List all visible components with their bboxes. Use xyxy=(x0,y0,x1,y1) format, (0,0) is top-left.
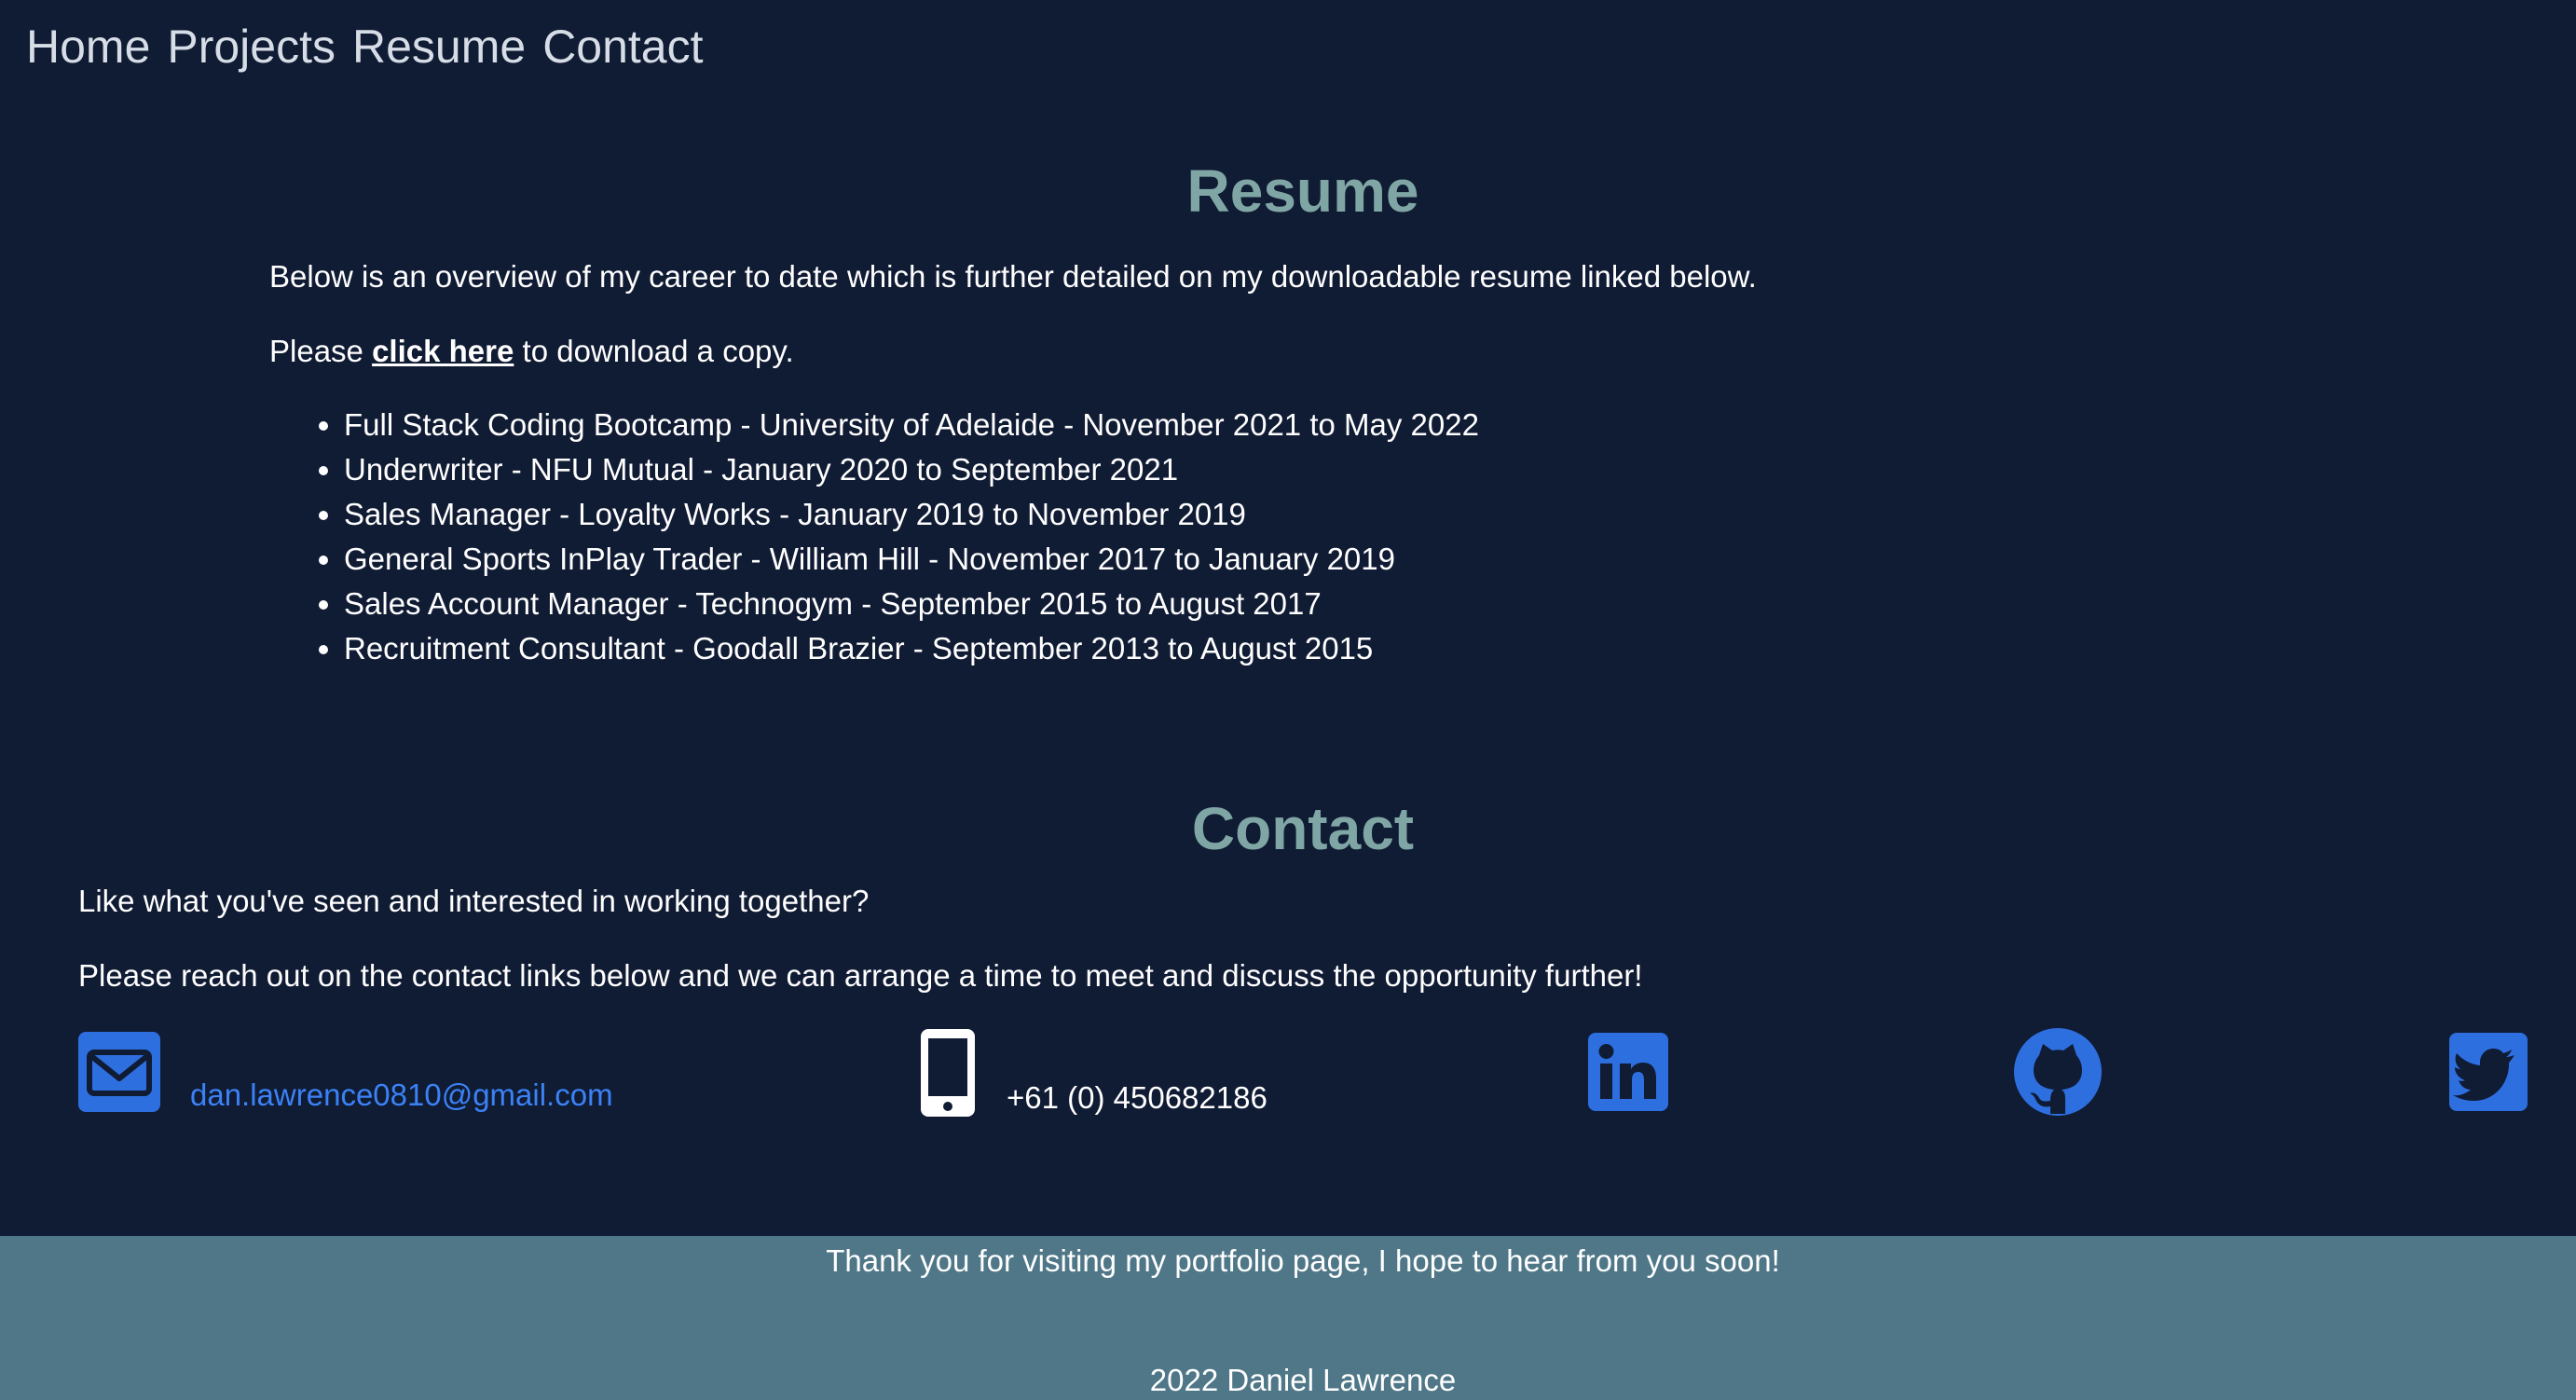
list-item: Full Stack Coding Bootcamp - University … xyxy=(344,403,1479,447)
twitter-contact xyxy=(2449,1033,2528,1111)
envelope-icon[interactable] xyxy=(78,1032,160,1112)
nav-projects-link[interactable]: Projects xyxy=(167,17,336,76)
linkedin-contact xyxy=(1588,1033,1668,1111)
linkedin-icon[interactable] xyxy=(1588,1033,1668,1111)
twitter-icon[interactable] xyxy=(2449,1033,2528,1111)
footer-copyright: 2022 Daniel Lawrence xyxy=(1149,1363,1457,1397)
footer: Thank you for visiting my portfolio page… xyxy=(0,1236,2576,1400)
phone-contact: +61 (0) 450682186 xyxy=(919,1027,1267,1119)
list-item: Recruitment Consultant - Goodall Brazier… xyxy=(344,626,1479,671)
contact-line-1: Like what you've seen and interested in … xyxy=(78,884,870,918)
contact-line-2: Please reach out on the contact links be… xyxy=(78,958,1643,993)
email-contact: dan.lawrence0810@gmail.com xyxy=(78,1031,613,1113)
download-resume-link[interactable]: click here xyxy=(372,334,514,368)
resume-intro: Below is an overview of my career to dat… xyxy=(269,259,1757,294)
footer-message: Thank you for visiting my portfolio page… xyxy=(826,1243,1780,1278)
list-item: General Sports InPlay Trader - William H… xyxy=(344,537,1479,582)
github-contact xyxy=(2013,1027,2103,1117)
download-suffix: to download a copy. xyxy=(514,334,794,368)
list-item: Underwriter - NFU Mutual - January 2020 … xyxy=(344,447,1479,492)
list-item: Sales Manager - Loyalty Works - January … xyxy=(344,492,1479,537)
resume-list: Full Stack Coding Bootcamp - University … xyxy=(269,403,1479,671)
phone-number: +61 (0) 450682186 xyxy=(1007,1080,1267,1115)
nav-home-link[interactable]: Home xyxy=(26,17,150,76)
main-nav: Home Projects Resume Contact xyxy=(26,17,704,76)
resume-download-line: Please click here to download a copy. xyxy=(269,334,794,369)
email-link[interactable]: dan.lawrence0810@gmail.com xyxy=(190,1077,613,1113)
download-prefix: Please xyxy=(269,334,373,368)
nav-resume-link[interactable]: Resume xyxy=(352,17,526,76)
mobile-phone-icon[interactable] xyxy=(919,1027,977,1119)
github-icon[interactable] xyxy=(2013,1027,2103,1117)
contact-title: Contact xyxy=(1191,795,1415,862)
list-item: Sales Account Manager - Technogym - Sept… xyxy=(344,582,1479,626)
nav-contact-link[interactable]: Contact xyxy=(542,17,703,76)
resume-title: Resume xyxy=(1186,158,1419,225)
